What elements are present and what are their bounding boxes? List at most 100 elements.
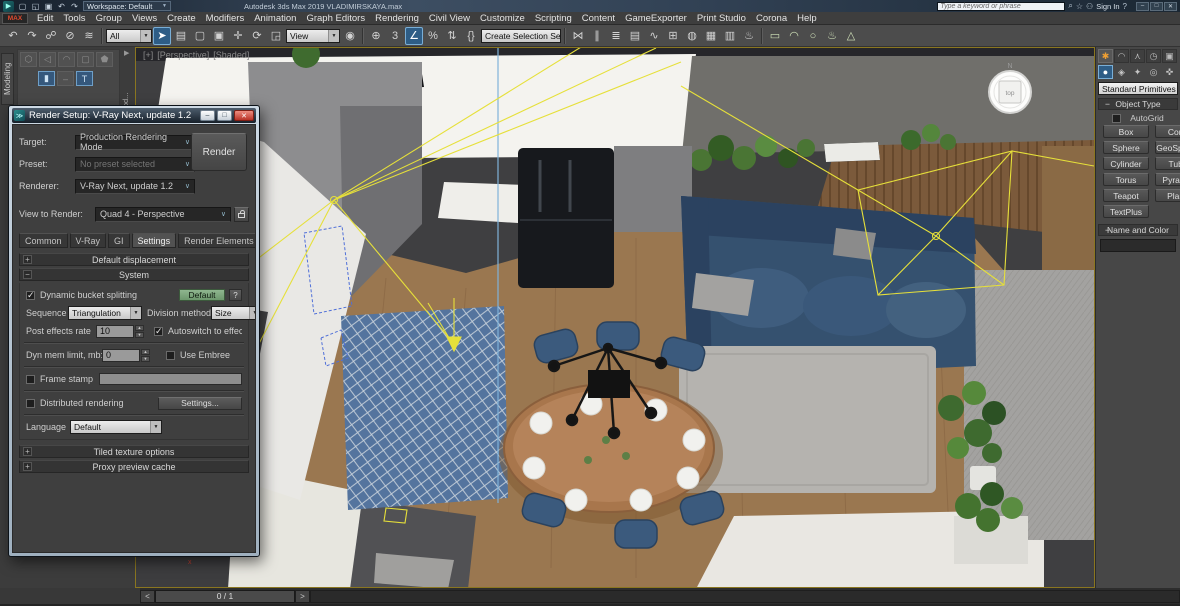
object-type-button[interactable]: Box bbox=[1103, 125, 1149, 138]
object-type-button[interactable]: Pyramid bbox=[1155, 173, 1180, 186]
timeline-prev-button[interactable]: < bbox=[140, 589, 155, 603]
dialog-tab[interactable]: Common bbox=[19, 233, 68, 248]
autoswitch-checkbox[interactable] bbox=[154, 326, 163, 337]
ribbon-toggle-icon[interactable]: ▤ bbox=[626, 27, 644, 45]
viewcube[interactable]: N top bbox=[984, 60, 1036, 119]
user-icon[interactable]: ⚇ bbox=[1086, 2, 1093, 11]
select-rotate-icon[interactable]: ⟳ bbox=[248, 27, 266, 45]
ribbon-tab-modeling[interactable]: Modeling bbox=[1, 53, 14, 105]
spinner-snap-icon[interactable]: ⇅ bbox=[443, 27, 461, 45]
redo-icon[interactable]: ↷ bbox=[23, 27, 41, 45]
dyn-mem-input[interactable]: 0 bbox=[102, 348, 140, 362]
object-type-button[interactable]: Cone bbox=[1155, 125, 1180, 138]
category-geometry-icon[interactable]: ● bbox=[1098, 65, 1113, 79]
viewport-scene[interactable] bbox=[136, 48, 1095, 588]
spinner-arrows[interactable]: ▲ ▼ bbox=[135, 324, 144, 338]
save-file-icon[interactable]: ▣ bbox=[43, 1, 54, 11]
sequence-dropdown[interactable]: Triangulation ▼ bbox=[68, 306, 142, 320]
workspace-selector[interactable]: Workspace: Default ▼ bbox=[83, 1, 171, 11]
menu-item[interactable]: Civil View bbox=[424, 13, 475, 24]
dialog-tab[interactable]: V-Ray bbox=[69, 233, 107, 248]
menu-item[interactable]: Views bbox=[127, 13, 162, 24]
ribbon-polygon-icon[interactable]: ▢ bbox=[77, 52, 94, 67]
object-type-button[interactable]: Sphere bbox=[1103, 141, 1149, 154]
menu-item[interactable]: Scripting bbox=[530, 13, 577, 24]
open-file-icon[interactable]: ◱ bbox=[30, 1, 41, 11]
object-type-button[interactable]: TextPlus bbox=[1103, 205, 1149, 218]
tab-hierarchy-icon[interactable]: ⋏ bbox=[1130, 49, 1145, 63]
object-name-input[interactable] bbox=[1100, 239, 1176, 252]
tab-modify-icon[interactable]: ◠ bbox=[1114, 49, 1129, 63]
system-rollout[interactable]: − System bbox=[19, 268, 249, 281]
undo-quick-icon[interactable]: ↶ bbox=[56, 1, 67, 11]
curve-editor-icon[interactable]: ∿ bbox=[645, 27, 663, 45]
viewport-menu-pov[interactable]: [Perspective] bbox=[157, 50, 209, 60]
select-scale-icon[interactable]: ◲ bbox=[267, 27, 285, 45]
community-icon[interactable]: ☆ bbox=[1076, 2, 1083, 11]
category-cameras-icon[interactable]: ◎ bbox=[1146, 65, 1161, 79]
named-selection-sets-dropdown[interactable]: Create Selection Se▼ bbox=[481, 28, 561, 43]
tab-create-icon[interactable]: ✱ bbox=[1098, 49, 1113, 63]
view-to-render-dropdown[interactable]: Quad 4 - Perspective ∨ bbox=[95, 206, 231, 222]
schematic-view-icon[interactable]: ⊞ bbox=[664, 27, 682, 45]
object-type-button[interactable]: Teapot bbox=[1103, 189, 1149, 202]
ribbon-modify-mode-icon[interactable]: ▮ bbox=[38, 71, 55, 86]
select-move-icon[interactable]: ✛ bbox=[229, 27, 247, 45]
distributed-rendering-checkbox[interactable] bbox=[26, 398, 35, 408]
layer-manager-icon[interactable]: ≣ bbox=[607, 27, 625, 45]
help-icon[interactable]: ? bbox=[1123, 2, 1127, 11]
ribbon-border-icon[interactable]: ◠ bbox=[58, 52, 75, 67]
object-type-button[interactable]: Cylinder bbox=[1103, 157, 1149, 170]
ribbon-text-icon[interactable]: T bbox=[76, 71, 93, 86]
render-setup-dialog[interactable]: ≫ Render Setup: V-Ray Next, update 1.2 –… bbox=[8, 105, 260, 557]
menu-item[interactable]: Help bbox=[792, 13, 822, 24]
timeline-next-button[interactable]: > bbox=[295, 589, 310, 603]
select-by-name-icon[interactable]: ▤ bbox=[172, 27, 190, 45]
menu-item[interactable]: Modifiers bbox=[201, 13, 250, 24]
dialog-tab[interactable]: GI bbox=[108, 233, 130, 248]
menu-item[interactable]: Tools bbox=[58, 13, 90, 24]
default-displacement-rollout[interactable]: + Default displacement bbox=[19, 253, 249, 266]
vray-cone-icon[interactable]: △ bbox=[842, 27, 860, 45]
object-type-button[interactable]: Tube bbox=[1155, 157, 1180, 170]
menu-item[interactable]: Content bbox=[577, 13, 620, 24]
post-effects-rate-input[interactable]: 10 bbox=[96, 324, 134, 338]
menu-item[interactable]: Create bbox=[162, 13, 201, 24]
frame-stamp-input[interactable] bbox=[99, 373, 242, 385]
spinner-arrows[interactable]: ▲ ▼ bbox=[141, 348, 150, 362]
vray-dome-light-icon[interactable]: ◠ bbox=[785, 27, 803, 45]
language-dropdown[interactable]: Default ▼ bbox=[70, 420, 162, 434]
vray-teapot-icon[interactable]: ♨ bbox=[823, 27, 841, 45]
menu-item[interactable]: Print Studio bbox=[692, 13, 751, 24]
search-icon[interactable]: ⌕ bbox=[1068, 1, 1072, 11]
menu-item[interactable]: Edit bbox=[32, 13, 58, 24]
angle-snap-icon[interactable]: ∠ bbox=[405, 26, 423, 45]
menu-item[interactable]: Graph Editors bbox=[301, 13, 370, 24]
bind-spacewarp-icon[interactable]: ≋ bbox=[80, 27, 98, 45]
menu-item[interactable]: Corona bbox=[751, 13, 792, 24]
ribbon-edge-icon[interactable]: ◁ bbox=[39, 52, 56, 67]
viewport-perspective[interactable]: [+] [Perspective] [Shaded] N top y x bbox=[135, 47, 1095, 588]
select-place-icon[interactable]: ◉ bbox=[341, 27, 359, 45]
primitive-category-dropdown[interactable]: Standard Primitives bbox=[1098, 82, 1178, 95]
dynamic-bucket-checkbox[interactable] bbox=[26, 290, 35, 301]
search-input[interactable]: Type a keyword or phrase bbox=[937, 1, 1066, 11]
vray-framebuffer-icon[interactable]: ▭ bbox=[766, 27, 784, 45]
frame-stamp-checkbox[interactable] bbox=[26, 374, 35, 384]
redo-quick-icon[interactable]: ↷ bbox=[69, 1, 80, 11]
rendered-frame-icon[interactable]: ▥ bbox=[721, 27, 739, 45]
dialog-tab[interactable]: Settings bbox=[131, 233, 177, 248]
time-slider[interactable]: 0 / 1 bbox=[155, 589, 295, 603]
dialog-tab[interactable]: Render Elements bbox=[178, 233, 255, 248]
category-helpers-icon[interactable]: ✜ bbox=[1162, 65, 1177, 79]
tiled-texture-rollout[interactable]: + Tiled texture options bbox=[19, 445, 249, 458]
menu-item[interactable]: Group bbox=[91, 13, 127, 24]
timeline-track[interactable] bbox=[310, 589, 1180, 603]
selection-filter-dropdown[interactable]: All ▼ bbox=[106, 28, 152, 43]
name-color-rollout[interactable]: − Name and Color bbox=[1098, 224, 1178, 236]
render-setup-icon[interactable]: ▦ bbox=[702, 27, 720, 45]
target-dropdown[interactable]: Production Rendering Mode ∨ bbox=[75, 132, 195, 152]
dialog-maximize-button[interactable]: □ bbox=[217, 110, 232, 121]
preset-dropdown[interactable]: No preset selected ∨ bbox=[75, 156, 195, 172]
select-link-icon[interactable]: ☍ bbox=[42, 27, 60, 45]
